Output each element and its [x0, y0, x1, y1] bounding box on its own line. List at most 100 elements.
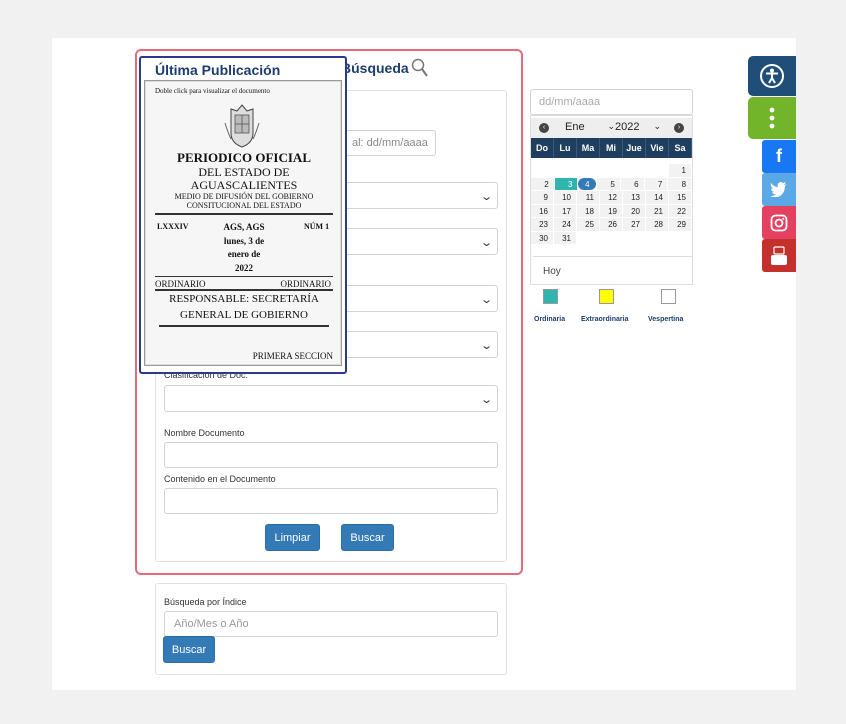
- doc-date-block: AGS, AGS lunes, 3 de enero de 2022: [215, 221, 273, 275]
- calendar-day[interactable]: 1: [669, 164, 691, 177]
- calendar-day[interactable]: 7: [644, 177, 668, 190]
- calendar-day[interactable]: 19: [600, 204, 622, 217]
- doc-tomo: LXXXIV: [157, 222, 189, 231]
- calendar-week: 9 10 11 12 13 14 15: [531, 191, 692, 205]
- calendar-day[interactable]: 21: [646, 204, 668, 217]
- calendar-day[interactable]: 15: [669, 191, 691, 204]
- year-select[interactable]: 2022 ⌄: [615, 121, 661, 135]
- day-of-week-label: Ma: [577, 138, 600, 158]
- latest-document-thumbnail[interactable]: Doble click para visualizar el documento…: [144, 80, 342, 366]
- next-month-icon[interactable]: ›: [674, 123, 684, 133]
- doc-section: PRIMERA SECCION: [252, 351, 333, 361]
- index-search-input[interactable]: Año/Mes o Año: [164, 611, 498, 637]
- more-icon[interactable]: [748, 97, 796, 139]
- calendar-day[interactable]: 23: [531, 218, 553, 231]
- calendar-day[interactable]: 3: [554, 177, 578, 190]
- legend-swatch: [599, 289, 614, 304]
- days-of-week: Do Lu Ma Mi Jue Vie Sa: [531, 138, 692, 158]
- doc-resp-1: RESPONSABLE: SECRETARÍA: [169, 293, 319, 305]
- doc-line-3: AGUASCALIENTES: [190, 178, 298, 192]
- calendar-empty-cell: [600, 164, 622, 177]
- calendar-empty-cell: [623, 232, 645, 245]
- doc-line-4: MEDIO DE DIFUSIÓN DEL GOBIERNO: [174, 192, 314, 201]
- chevron-down-icon: ⌄: [479, 237, 493, 249]
- calendar-day[interactable]: 31: [554, 231, 576, 244]
- buscar-button[interactable]: Buscar: [341, 524, 394, 551]
- index-buscar-button[interactable]: Buscar: [163, 636, 215, 663]
- calendar-day[interactable]: 6: [620, 177, 644, 190]
- calendar-day[interactable]: 29: [669, 218, 691, 231]
- calendar-day[interactable]: 12: [600, 191, 622, 204]
- calendar-header: ‹ Ene ⌄ 2022 ⌄ ›: [531, 118, 692, 138]
- month-select[interactable]: Ene ⌄: [565, 121, 615, 135]
- calendar-week: 23 24 25 26 27 28 29: [531, 218, 692, 232]
- year-value: 2022: [615, 121, 640, 133]
- calendar-day[interactable]: 28: [646, 218, 668, 231]
- calendar-day[interactable]: 22: [669, 204, 691, 217]
- legend-swatch: [543, 289, 558, 304]
- calendar-day[interactable]: 20: [623, 204, 645, 217]
- nombre-input[interactable]: [164, 442, 498, 468]
- calendar-day[interactable]: 16: [531, 204, 553, 217]
- day-of-week-label: Sa: [669, 138, 692, 158]
- limpiar-button[interactable]: Limpiar: [265, 524, 320, 551]
- day-of-week-label: Vie: [646, 138, 669, 158]
- youtube-icon[interactable]: [762, 239, 796, 272]
- legend-label: Ordinaria: [534, 316, 566, 323]
- doc-line-5: CONSITUCIONAL DEL ESTADO: [186, 201, 302, 210]
- nombre-label: Nombre Documento: [164, 428, 245, 438]
- prev-month-icon[interactable]: ‹: [539, 123, 549, 133]
- calendar-day[interactable]: 30: [531, 231, 553, 244]
- calendar-day[interactable]: 17: [554, 204, 576, 217]
- accessibility-icon[interactable]: [748, 56, 796, 96]
- chevron-down-icon: ⌄: [479, 394, 493, 406]
- calendar-day[interactable]: 8: [668, 177, 692, 190]
- search-title: Búsqueda: [341, 58, 429, 78]
- calendar-empty-cell: [600, 232, 622, 245]
- date-to-field[interactable]: al: dd/mm/aaaa: [345, 130, 436, 156]
- facebook-icon[interactable]: f: [762, 140, 796, 173]
- index-search-label: Búsqueda por Índice: [164, 597, 247, 607]
- contenido-label: Contenido en el Documento: [164, 474, 276, 484]
- doc-type-left: ORDINARIO: [155, 279, 206, 289]
- calendar-empty-cell: [669, 232, 691, 245]
- month-value: Ene: [565, 121, 585, 133]
- calendar-week: 1: [531, 164, 692, 178]
- calendar-day[interactable]: 14: [646, 191, 668, 204]
- day-of-week-label: Lu: [554, 138, 577, 158]
- calendar-day[interactable]: 25: [577, 218, 599, 231]
- calendar-week: 2345678: [531, 177, 692, 192]
- legend-swatch: [661, 289, 676, 304]
- doc-type-right: ORDINARIO: [280, 279, 332, 289]
- chevron-down-icon: ⌄: [479, 340, 493, 352]
- chevron-down-icon: ⌄: [607, 121, 615, 131]
- calendar-day[interactable]: 4: [578, 177, 597, 190]
- calendar-day[interactable]: 5: [597, 177, 620, 190]
- calendar-day[interactable]: 9: [531, 191, 553, 204]
- clasificacion-select[interactable]: ⌄: [164, 385, 498, 412]
- calendar-empty-cell: [646, 232, 668, 245]
- twitter-icon[interactable]: [762, 173, 796, 206]
- search-title-text: Búsqueda: [341, 60, 409, 76]
- calendar-day[interactable]: 27: [623, 218, 645, 231]
- calendar-day[interactable]: 13: [623, 191, 645, 204]
- contenido-input[interactable]: [164, 488, 498, 514]
- doc-divider: [155, 289, 333, 291]
- chevron-down-icon: ⌄: [653, 121, 661, 131]
- today-button[interactable]: Hoy: [533, 256, 692, 284]
- calendar-day[interactable]: 18: [577, 204, 599, 217]
- day-of-week-label: Jue: [623, 138, 646, 158]
- search-icon[interactable]: [411, 58, 429, 78]
- calendar-day[interactable]: 10: [554, 191, 576, 204]
- calendar-empty-cell: [531, 164, 553, 177]
- calendar-day[interactable]: 24: [554, 218, 576, 231]
- calendar-day[interactable]: 2: [531, 177, 554, 190]
- calendar-empty-cell: [577, 164, 599, 177]
- doc-divider: [159, 325, 329, 327]
- calendar-empty-cell: [623, 164, 645, 177]
- calendar-date-input[interactable]: dd/mm/aaaa: [530, 89, 693, 115]
- instagram-icon[interactable]: [762, 206, 796, 239]
- calendar-day[interactable]: 26: [600, 218, 622, 231]
- calendar-day[interactable]: 11: [577, 191, 599, 204]
- calendar-week: 16 17 18 19 20 21 22: [531, 204, 692, 219]
